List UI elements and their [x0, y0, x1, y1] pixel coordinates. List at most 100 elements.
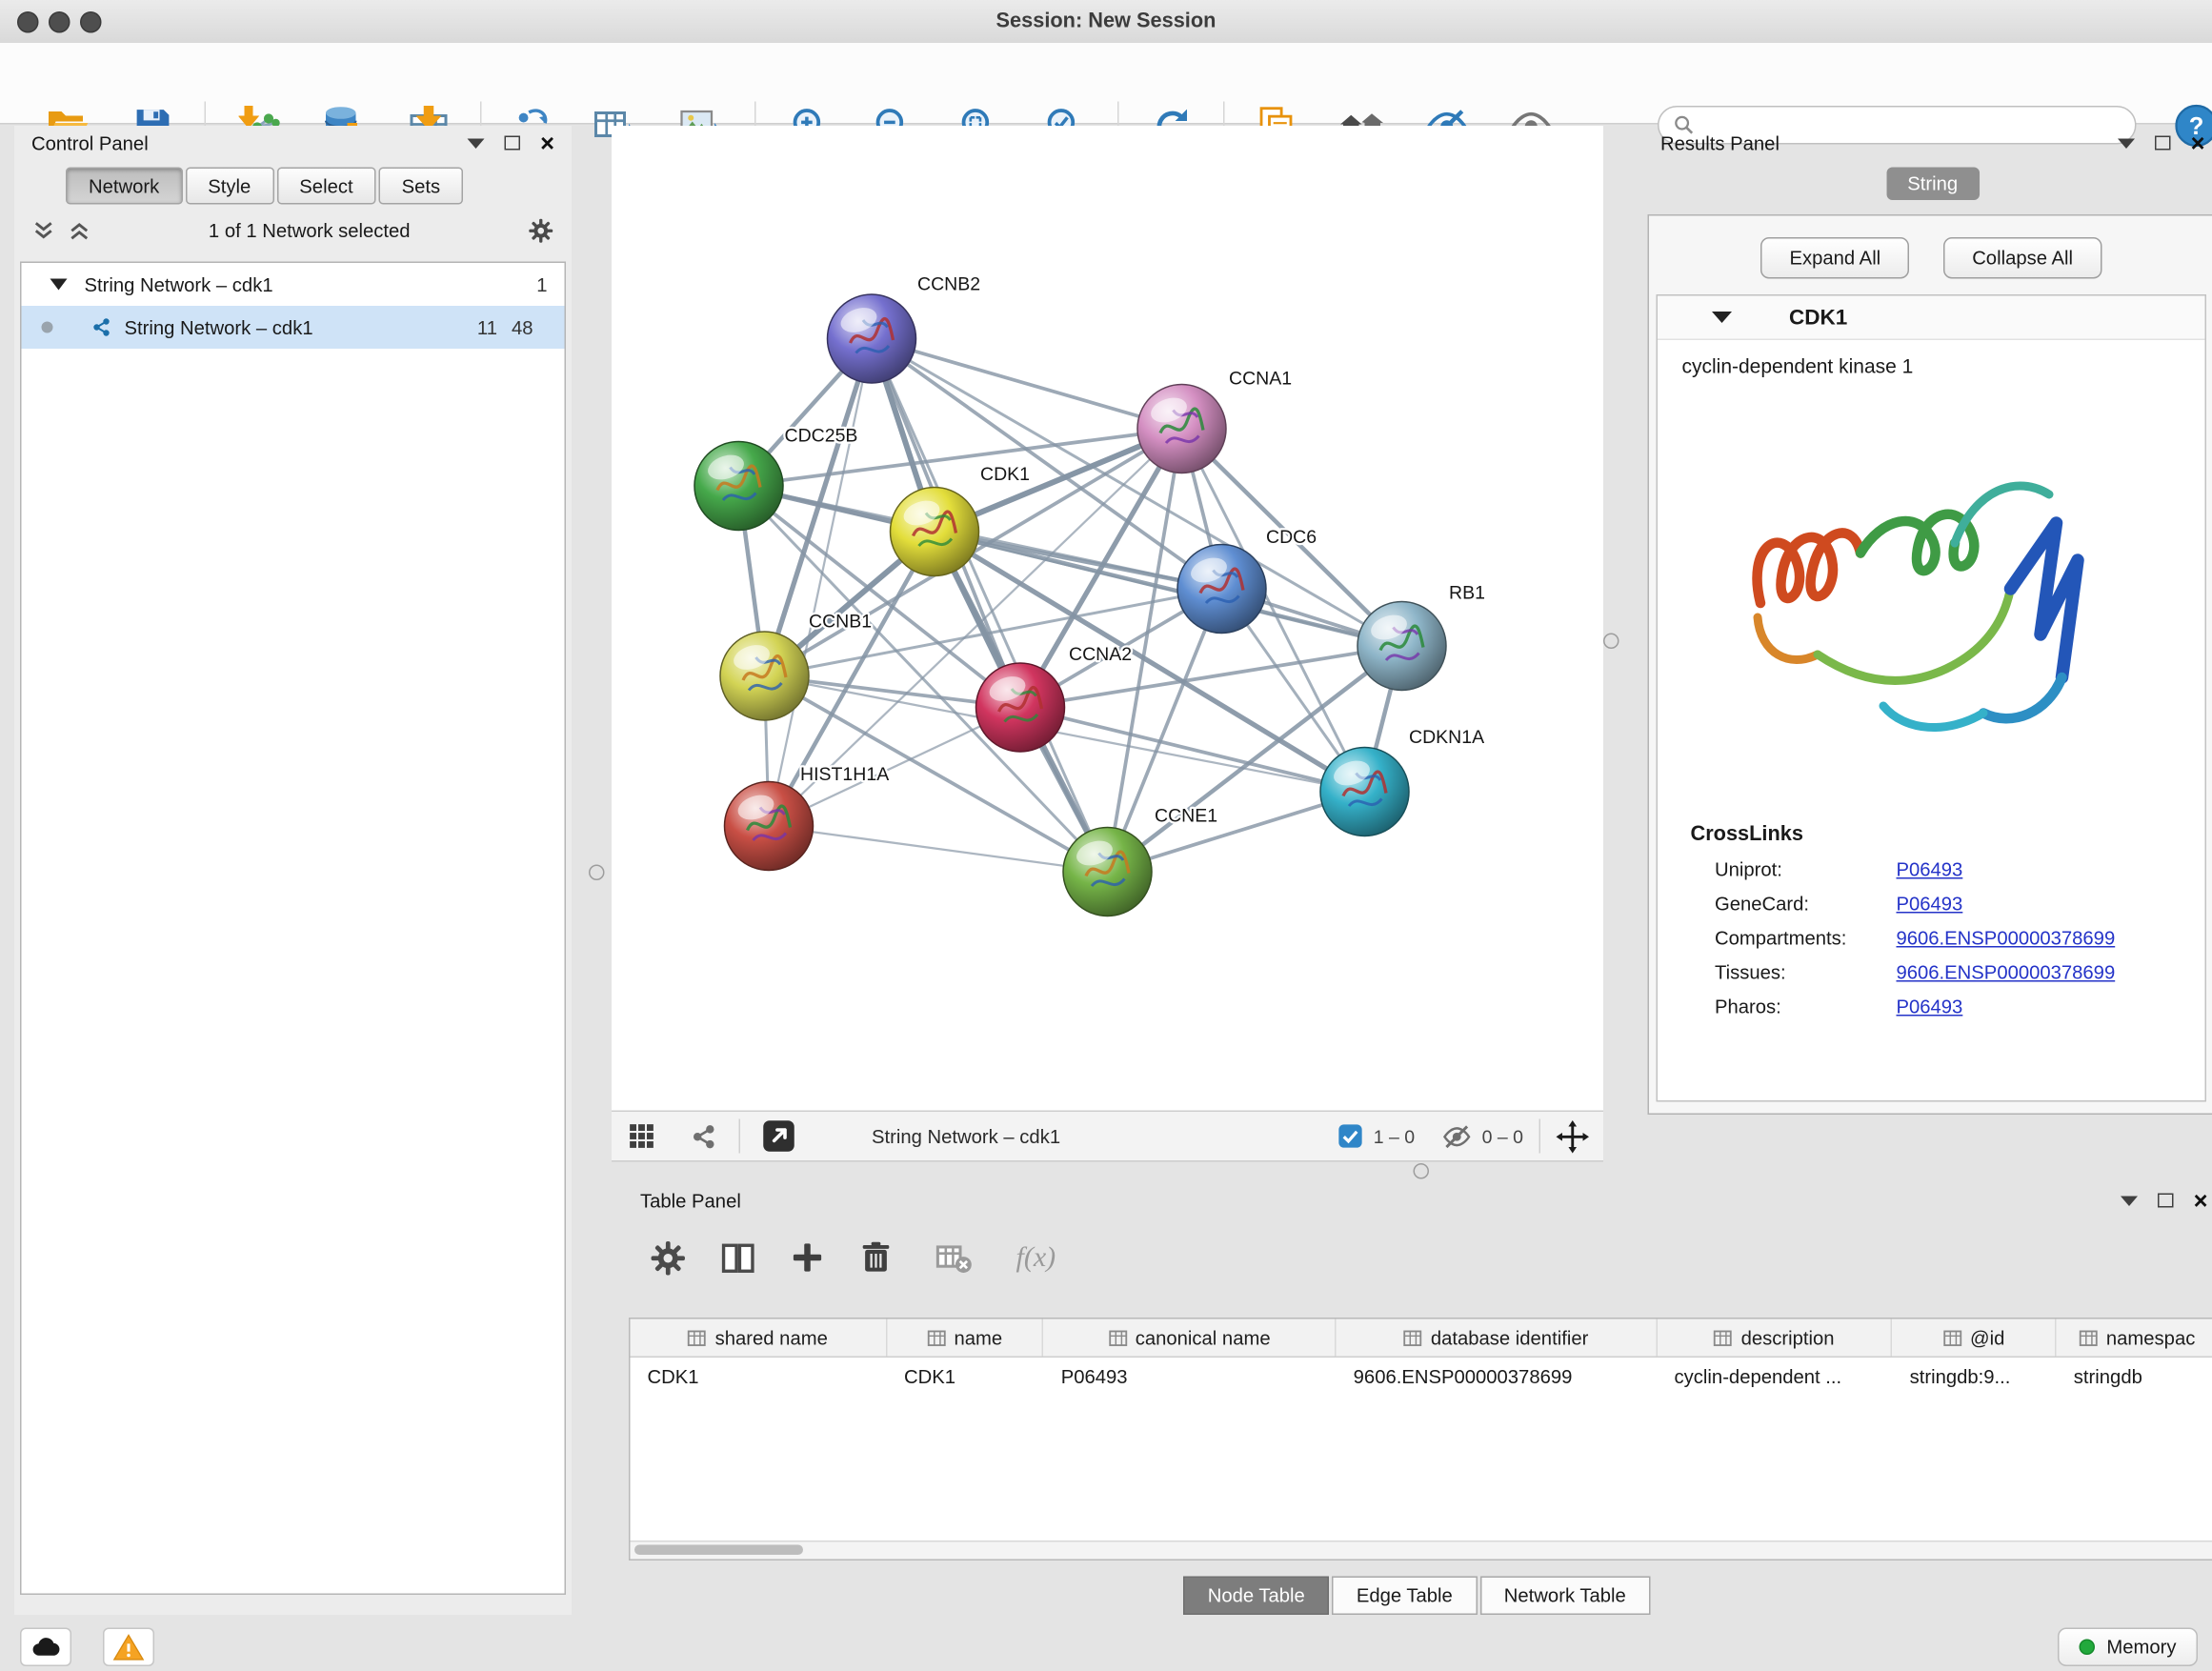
column-header-shared-name[interactable]: shared name [631, 1319, 888, 1357]
network-node-ccna1[interactable] [1137, 385, 1226, 473]
column-header-id[interactable]: @id [1893, 1319, 2057, 1357]
string-results-tab[interactable]: String [1886, 168, 1980, 201]
network-node-ccnb2[interactable] [828, 294, 916, 383]
network-node-ccne1[interactable] [1063, 828, 1152, 916]
crosslink-link[interactable]: 9606.ENSP00000378699 [1897, 928, 2116, 950]
protein-section-header[interactable]: CDK1 [1658, 296, 2205, 341]
table-row[interactable]: CDK1 CDK1 P06493 9606.ENSP00000378699 cy… [631, 1358, 2212, 1397]
column-type-icon [2079, 1328, 2098, 1347]
table-header-row: shared name name canonical name database… [631, 1319, 2212, 1359]
crosslink-row: Tissues: 9606.ENSP00000378699 [1715, 962, 2205, 984]
left-splitter-handle[interactable] [589, 865, 605, 881]
network-collection-row[interactable]: String Network – cdk1 1 [22, 263, 565, 306]
cell-namespace[interactable]: stringdb [2057, 1366, 2212, 1388]
tab-node-table[interactable]: Node Table [1183, 1577, 1329, 1616]
right-splitter-handle[interactable] [1603, 634, 1619, 650]
node-label-cdkn1a: CDKN1A [1409, 727, 1484, 748]
network-canvas[interactable]: CCNB2CCNA1CDC25BCDK1CDC6RB1CCNB1CCNA2CDK… [612, 126, 1603, 1111]
column-header-namespace[interactable]: namespac [2057, 1319, 2212, 1357]
table-settings-gear-icon[interactable] [649, 1238, 688, 1278]
panel-float-icon[interactable] [505, 136, 521, 151]
panel-float-icon[interactable] [2158, 1194, 2174, 1208]
cloud-button[interactable] [20, 1628, 71, 1667]
window-minimize-button[interactable] [49, 11, 70, 33]
cell-database-identifier[interactable]: 9606.ENSP00000378699 [1337, 1366, 1658, 1388]
open-in-browser-icon[interactable] [760, 1117, 797, 1155]
window-close-button[interactable] [17, 11, 39, 33]
gear-icon[interactable] [528, 217, 555, 245]
control-panel-title: Control Panel [31, 132, 149, 154]
panel-menu-icon[interactable] [468, 138, 485, 149]
cloud-icon [30, 1631, 62, 1662]
crosslink-link[interactable]: P06493 [1897, 859, 1963, 881]
cell-name[interactable]: CDK1 [887, 1366, 1044, 1388]
panel-menu-icon[interactable] [2121, 1196, 2138, 1206]
cell-description[interactable]: cyclin-dependent ... [1658, 1366, 1893, 1388]
tree-expand-icon[interactable] [50, 279, 68, 291]
crosslink-row: GeneCard: P06493 [1715, 894, 2205, 916]
panel-close-icon[interactable]: × [2194, 1188, 2208, 1213]
delete-table-icon[interactable] [935, 1238, 974, 1278]
scrollbar-thumb[interactable] [634, 1545, 803, 1556]
memory-button[interactable]: Memory [2058, 1628, 2198, 1667]
protein-section: CDK1 cyclin-dependent kinase 1 [1657, 294, 2207, 1102]
cell-canonical-name[interactable]: P06493 [1044, 1366, 1337, 1388]
tab-style[interactable]: Style [185, 168, 273, 205]
main-toolbar: ? [0, 43, 2212, 125]
crosshair-move-icon[interactable] [1557, 1119, 1590, 1153]
tab-network[interactable]: Network [66, 168, 182, 205]
network-node-ccna2[interactable] [976, 663, 1065, 752]
memory-label: Memory [2106, 1637, 2176, 1659]
panel-menu-icon[interactable] [2118, 138, 2135, 149]
footer-separator [739, 1119, 741, 1154]
expand-all-icon[interactable] [68, 219, 92, 244]
panel-close-icon[interactable]: × [540, 131, 554, 155]
function-builder-icon[interactable]: f(x) [1016, 1241, 1056, 1275]
share-network-icon[interactable] [689, 1121, 719, 1152]
network-node-cdc25b[interactable] [694, 442, 783, 531]
window-zoom-button[interactable] [80, 11, 102, 33]
panel-float-icon[interactable] [2155, 136, 2171, 151]
network-node-cdkn1a[interactable] [1320, 748, 1409, 836]
tab-edge-table[interactable]: Edge Table [1332, 1577, 1477, 1616]
panel-close-icon[interactable]: × [2191, 131, 2205, 155]
grid-view-icon[interactable] [626, 1120, 657, 1152]
section-collapse-icon[interactable] [1712, 312, 1732, 323]
collapse-all-button[interactable]: Collapse All [1943, 237, 2101, 279]
column-header-canonical-name[interactable]: canonical name [1044, 1319, 1337, 1357]
table-toolbar: f(x) [612, 1225, 2212, 1291]
network-edge[interactable] [872, 339, 1182, 430]
network-node-rb1[interactable] [1357, 602, 1446, 691]
tab-network-table[interactable]: Network Table [1479, 1577, 1650, 1616]
network-node-ccnb1[interactable] [720, 632, 809, 720]
column-header-name[interactable]: name [887, 1319, 1044, 1357]
tab-sets[interactable]: Sets [379, 168, 464, 205]
crosslink-link[interactable]: P06493 [1897, 894, 1963, 916]
column-header-description[interactable]: description [1658, 1319, 1893, 1357]
selected-checkbox-icon[interactable] [1337, 1123, 1363, 1149]
add-column-plus-icon[interactable] [789, 1239, 826, 1277]
network-node-cdc6[interactable] [1177, 545, 1266, 634]
expand-all-button[interactable]: Expand All [1760, 237, 1909, 279]
warnings-button[interactable] [103, 1628, 154, 1667]
show-columns-icon[interactable] [719, 1238, 758, 1278]
current-network-name: String Network – cdk1 [872, 1125, 1060, 1147]
cell-id[interactable]: stringdb:9... [1893, 1366, 2057, 1388]
column-type-icon [927, 1328, 946, 1347]
cell-shared-name[interactable]: CDK1 [631, 1366, 888, 1388]
collapse-all-icon[interactable] [31, 219, 56, 244]
network-row-selected[interactable]: String Network – cdk1 11 48 [22, 306, 565, 349]
network-edge[interactable] [872, 339, 1108, 873]
network-edge[interactable] [769, 826, 1108, 872]
trash-icon[interactable] [857, 1239, 895, 1277]
crosslink-link[interactable]: 9606.ENSP00000378699 [1897, 962, 2116, 984]
bottom-splitter-handle[interactable] [1414, 1163, 1430, 1179]
horizontal-scrollbar[interactable] [631, 1540, 2212, 1560]
tab-select[interactable]: Select [276, 168, 375, 205]
crosslink-link[interactable]: P06493 [1897, 997, 1963, 1018]
network-edge[interactable] [769, 339, 872, 827]
network-node-cdk1[interactable] [891, 488, 979, 576]
network-node-hist1h1a[interactable] [725, 782, 814, 871]
hidden-eye-slash-icon[interactable] [1442, 1121, 1473, 1152]
column-header-database-identifier[interactable]: database identifier [1337, 1319, 1658, 1357]
